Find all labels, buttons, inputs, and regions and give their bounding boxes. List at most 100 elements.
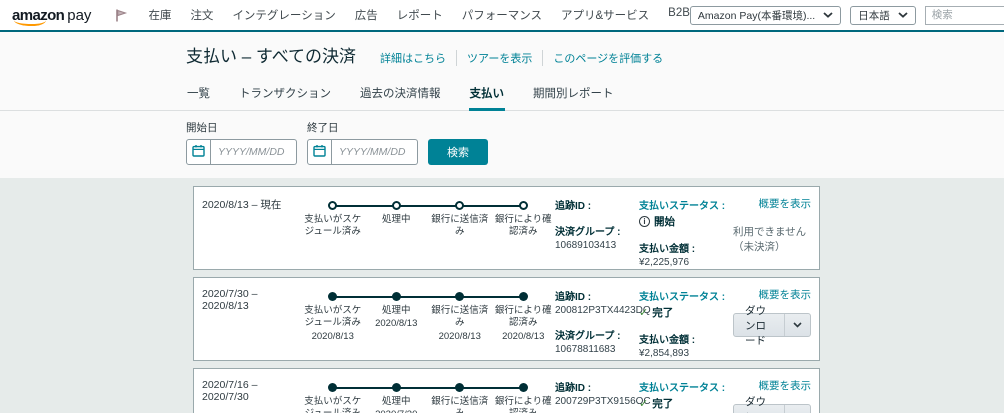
top-nav: amazon pay 在庫 注文 インテグレーション 広告 レポート パフォーマ… <box>0 0 1004 30</box>
settlement-group-label: 決済グループ : <box>555 227 621 238</box>
language-selector[interactable]: 日本語 <box>850 5 916 25</box>
end-date-calendar-button[interactable] <box>307 139 332 165</box>
payment-status-value: 完了 <box>652 307 674 319</box>
timeline-step-label: 銀行により確認済み <box>494 214 552 238</box>
tracking-id-label: 追跡ID : <box>555 292 592 303</box>
settlement-period: 2020/8/13 – 現在 <box>202 199 282 211</box>
payment-amount-value: ¥2,854,893 <box>639 348 690 359</box>
timeline-step-label: 銀行に送信済み <box>431 305 489 329</box>
timeline-dot-scheduled <box>328 383 338 392</box>
nav-item-reports[interactable]: レポート <box>397 7 443 23</box>
view-summary-link[interactable]: 概要を表示 <box>759 287 812 302</box>
timeline-dot-sent-to-bank <box>455 383 465 392</box>
timeline-step-date: 2020/8/13 <box>502 330 545 342</box>
settlement-group-value: 10678811683 <box>555 344 616 355</box>
tracking-id-label: 追跡ID : <box>555 383 592 394</box>
unavailable-note: 利用できません（未決済） <box>733 226 807 253</box>
download-button-label: ダウンロード <box>745 395 766 413</box>
timeline-step-label: 銀行により確認済み <box>494 396 552 413</box>
timeline-step-label: 支払いがスケジュール済み <box>304 396 362 413</box>
settlement-group-label: 決済グループ : <box>555 331 621 342</box>
download-button-label: ダウンロード <box>745 304 766 347</box>
view-summary-link[interactable]: 概要を表示 <box>759 378 812 393</box>
timeline-step-label: 銀行に送信済み <box>431 214 489 238</box>
timeline-step-label: 処理中 <box>381 396 411 407</box>
nav-item-apps-services[interactable]: アプリ&サービス <box>561 7 649 23</box>
tracking-id-label: 追跡ID : <box>555 201 592 212</box>
timeline-step-label: 支払いがスケジュール済み <box>304 214 362 238</box>
payment-status-label: 支払いステータス : <box>639 292 726 303</box>
nav-item-b2b[interactable]: B2B <box>668 7 690 23</box>
timeline-step-date: 2020/7/30 <box>365 409 429 413</box>
amazon-smile-icon <box>14 19 46 26</box>
chevron-down-icon[interactable] <box>784 405 810 413</box>
timeline-step-label: 銀行により確認済み <box>494 305 552 329</box>
chevron-down-icon[interactable] <box>784 314 810 336</box>
payment-status-label: 支払いステータス : <box>639 201 726 212</box>
payment-amount-label: 支払い金額 : <box>639 335 696 346</box>
flag-icon[interactable] <box>113 8 128 23</box>
timeline-dot-processing <box>391 201 401 210</box>
payment-status-label: 支払いステータス : <box>639 383 726 394</box>
main-nav: 在庫 注文 インテグレーション 広告 レポート パフォーマンス アプリ&サービス… <box>148 7 689 23</box>
timeline-step-date: 2020/8/13 <box>311 330 354 342</box>
account-selector-value: Amazon Pay(本番環境)... <box>697 9 816 22</box>
tab-past-settlements[interactable]: 過去の決済情報 <box>359 81 442 110</box>
check-icon: ✓ <box>639 398 649 410</box>
calendar-icon <box>313 144 326 160</box>
settlement-period: 2020/7/30 – 2020/8/13 <box>202 288 258 312</box>
timeline-dot-confirmed <box>518 292 528 301</box>
timeline-step-date: 2020/8/13 <box>438 330 481 342</box>
view-summary-link[interactable]: 概要を表示 <box>759 196 812 211</box>
chevron-down-icon <box>823 9 833 21</box>
tab-transactions[interactable]: トランザクション <box>238 81 332 110</box>
timeline-step-date: 2020/8/13 <box>375 318 418 330</box>
learn-more-link[interactable]: 詳細はこちら <box>370 50 456 66</box>
settlement-group-value: 10689103413 <box>555 240 617 251</box>
timeline-dot-sent-to-bank <box>455 201 465 210</box>
nav-item-integration[interactable]: インテグレーション <box>232 7 335 23</box>
download-button[interactable]: ダウンロード <box>733 304 811 347</box>
download-button[interactable]: ダウンロード <box>733 395 811 413</box>
page-title: 支払い – すべての決済 <box>186 47 357 66</box>
start-date-label: 開始日 <box>186 122 218 134</box>
payment-status-value: 完了 <box>652 398 674 410</box>
filter-search-button[interactable]: 検索 <box>428 139 488 165</box>
timeline-dot-processing <box>391 292 401 301</box>
start-date-field: 開始日 <box>186 120 297 165</box>
start-date-calendar-button[interactable] <box>186 139 211 165</box>
end-date-field: 終了日 <box>307 120 418 165</box>
start-date-input[interactable] <box>211 139 297 165</box>
rate-page-link[interactable]: このページを評価する <box>542 50 673 66</box>
tab-list[interactable]: 一覧 <box>186 81 211 110</box>
timeline-step-label: 処理中 <box>381 214 411 225</box>
nav-item-advertising[interactable]: 広告 <box>355 7 378 23</box>
timeline-step-label: 処理中 <box>381 305 411 316</box>
tab-bar: 一覧 トランザクション 過去の決済情報 支払い 期間別レポート <box>0 75 1004 111</box>
tracking-id-value: 200729P3TX9156OC <box>555 396 651 407</box>
timeline-dot-confirmed <box>518 201 528 210</box>
tab-period-reports[interactable]: 期間別レポート <box>532 81 615 110</box>
check-icon: ✓ <box>639 307 649 319</box>
search-input[interactable] <box>924 5 1004 25</box>
timeline-step-label: 支払いがスケジュール済み <box>304 305 362 329</box>
chevron-down-icon <box>898 9 908 21</box>
settlement-card: 2020/7/16 – 2020/7/30 支払いがスケジュール済み 2020/… <box>193 368 820 413</box>
nav-item-performance[interactable]: パフォーマンス <box>462 7 542 23</box>
nav-item-orders[interactable]: 注文 <box>190 7 213 23</box>
show-tour-link[interactable]: ツアーを表示 <box>456 50 542 66</box>
end-date-input[interactable] <box>332 139 418 165</box>
tracking-id-value: 200812P3TX4423DQ <box>555 305 651 316</box>
timeline-step-label: 銀行に送信済み <box>431 396 489 413</box>
nav-item-inventory[interactable]: 在庫 <box>148 7 171 23</box>
page-header: 支払い – すべての決済 詳細はこちら ツアーを表示 このページを評価する <box>0 32 1004 75</box>
settlement-period: 2020/7/16 – 2020/7/30 <box>202 379 258 403</box>
settlement-card: 2020/7/30 – 2020/8/13 支払いがスケジュール済み 2020/… <box>193 277 820 361</box>
account-selector[interactable]: Amazon Pay(本番環境)... <box>689 5 842 25</box>
tab-payments[interactable]: 支払い <box>468 81 506 111</box>
amazon-pay-logo[interactable]: amazon pay <box>12 6 92 26</box>
settlement-timeline: 支払いがスケジュール済み 処理中 銀行に送信済み 銀行により確認済み <box>301 194 555 262</box>
payment-status-value: 開始 <box>654 216 675 228</box>
logo-pay-text: pay <box>67 6 92 24</box>
settlement-timeline: 支払いがスケジュール済み 2020/7/30 処理中 2020/7/30 銀行に… <box>301 376 555 413</box>
